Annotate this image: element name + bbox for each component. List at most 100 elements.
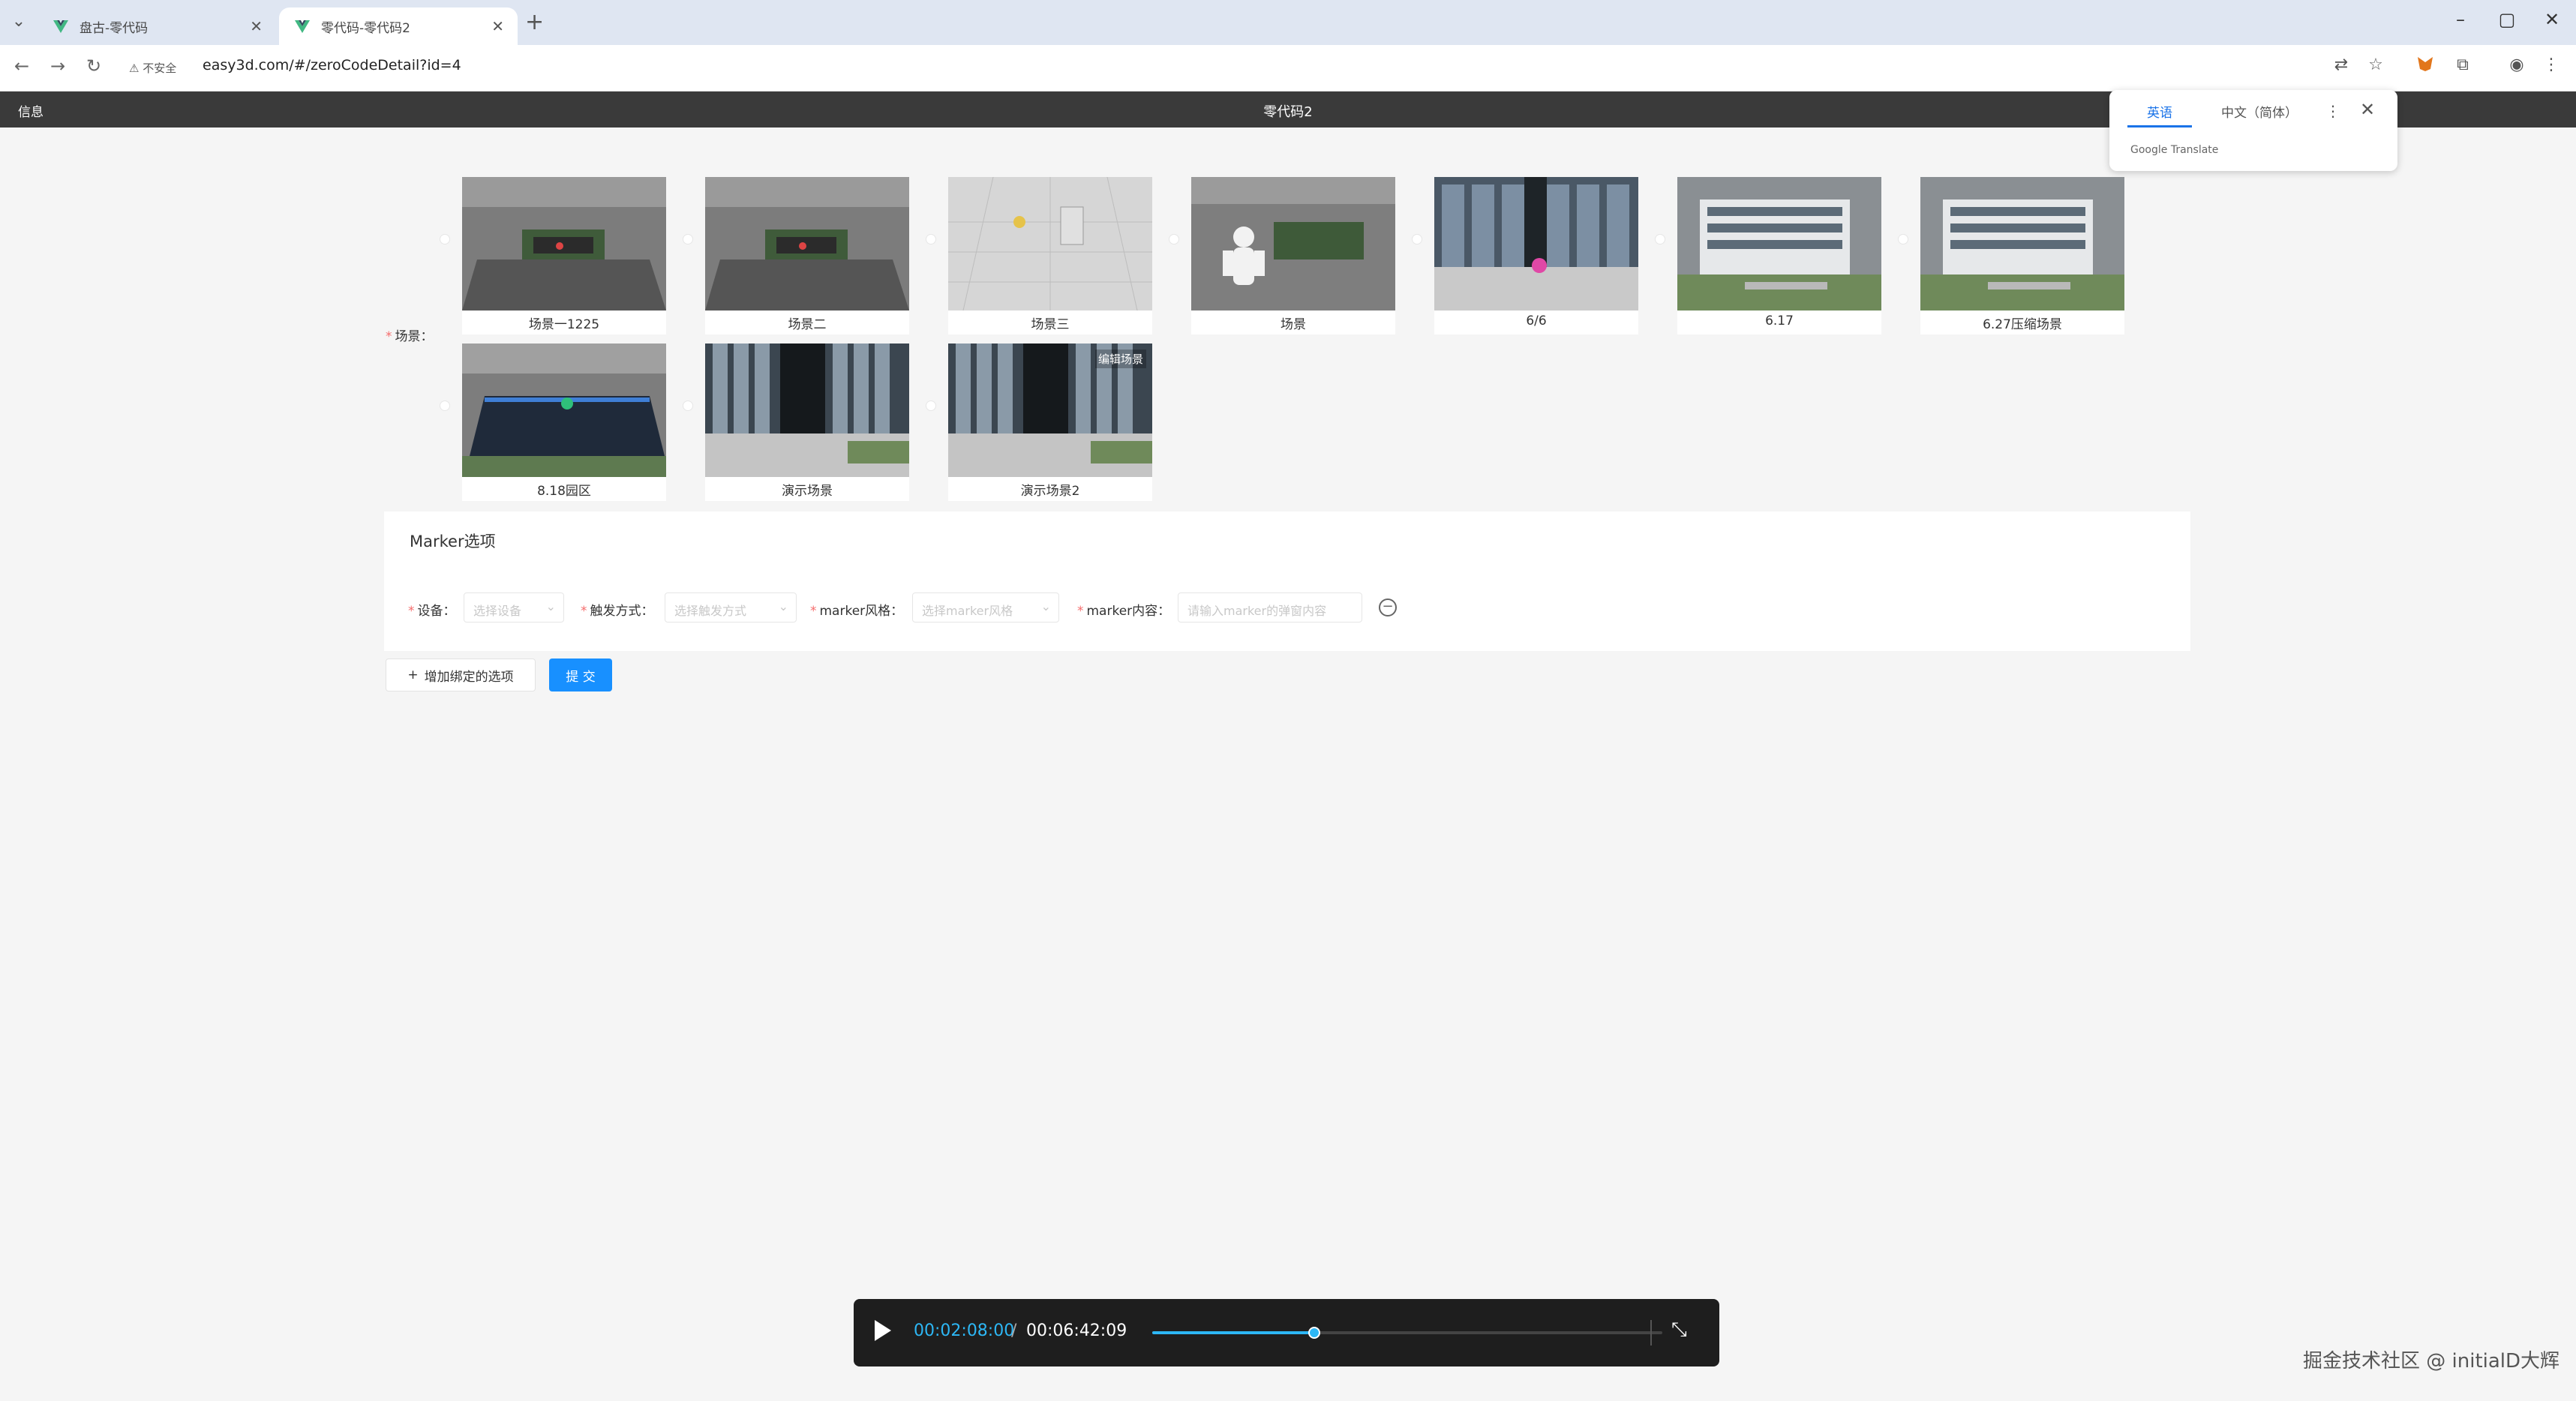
required-mark: *	[1077, 604, 1084, 619]
fox-extension-icon[interactable]	[2412, 56, 2438, 76]
add-binding-button[interactable]: + 增加绑定的选项	[386, 658, 536, 692]
trigger-label-text: 触发方式：	[590, 604, 654, 619]
scene-thumbnail	[1677, 177, 1881, 310]
scene-radio[interactable]	[1169, 234, 1179, 244]
watermark: 掘金技术社区 @ initialD大辉	[2303, 1350, 2560, 1372]
scene-card[interactable]: 6/6	[1434, 177, 1638, 334]
url-field[interactable]: easy3d.com/#/zeroCodeDetail?id=4	[203, 57, 461, 74]
required-mark: *	[386, 329, 392, 344]
trigger-label: * 触发方式：	[581, 600, 654, 619]
seek-handle[interactable]	[1308, 1327, 1321, 1339]
header-left-label[interactable]: 信息	[18, 101, 44, 120]
scene-name: 场景三	[1031, 317, 1070, 332]
scene-name: 场景	[1280, 317, 1306, 332]
browser-tab-2[interactable]: 零代码-零代码2 ✕	[279, 8, 518, 45]
marker-style-label: * marker风格：	[810, 600, 903, 619]
time-separator: /	[1011, 1322, 1017, 1340]
scene-name: 6/6	[1526, 314, 1547, 328]
scene-card[interactable]: 场景三	[948, 177, 1152, 334]
scene-thumbnail: 编辑场景	[948, 344, 1152, 477]
exit-fullscreen-icon[interactable]: ⤡	[1671, 1318, 1687, 1342]
marker-style-label-text: marker风格：	[819, 604, 904, 619]
scene-radio[interactable]	[683, 234, 693, 244]
browser-tab-title: 盘古-零代码	[80, 20, 149, 36]
arrow-left-icon[interactable]: ←	[9, 56, 35, 76]
scene-name: 场景二	[788, 317, 827, 332]
close-icon[interactable]: ✕	[2360, 99, 2375, 120]
trigger-select-placeholder: 选择触发方式	[674, 604, 747, 618]
scene-thumbnail	[462, 344, 666, 477]
arrow-right-icon[interactable]: →	[45, 56, 71, 76]
chevron-down-icon[interactable]: ⌄	[8, 10, 30, 33]
scene-radio[interactable]	[926, 234, 936, 244]
scene-radio[interactable]	[1655, 234, 1665, 244]
scene-radio[interactable]	[440, 400, 450, 411]
scene-radio[interactable]	[683, 400, 693, 411]
scene-thumbnail	[462, 177, 666, 310]
chevron-down-icon: ⌄	[545, 599, 556, 614]
seek-bar-fill	[1152, 1331, 1315, 1334]
kebab-menu-icon[interactable]: ⋮	[2325, 102, 2340, 120]
scene-thumbnail	[1920, 177, 2124, 310]
scene-card[interactable]: 场景	[1191, 177, 1395, 334]
maximize-icon[interactable]: ▢	[2492, 9, 2522, 30]
video-player-bar: 00:02:08:00 / 00:06:42:09 ⤡	[854, 1299, 1719, 1366]
profile-icon[interactable]: ◉	[2504, 56, 2529, 74]
browser-tab-1[interactable]: 盘古-零代码 ✕	[38, 8, 276, 45]
vue-logo-icon	[53, 18, 69, 34]
trigger-select[interactable]: 选择触发方式 ⌄	[665, 592, 797, 622]
scene-radio[interactable]	[440, 234, 450, 244]
reload-icon[interactable]: ↻	[81, 56, 107, 76]
scene-name: 演示场景	[782, 484, 833, 499]
scene-card[interactable]: 场景二	[705, 177, 909, 334]
device-select[interactable]: 选择设备 ⌄	[464, 592, 564, 622]
star-icon[interactable]: ☆	[2363, 56, 2388, 74]
required-mark: *	[408, 604, 415, 619]
scene-card[interactable]: 6.17	[1677, 177, 1881, 334]
marker-options-panel: Marker选项 * 设备： 选择设备 ⌄ * 触发方式： 选择触发方式 ⌄ * mark…	[384, 512, 2190, 651]
minimize-icon[interactable]: –	[2445, 9, 2475, 30]
scene-name: 6.27压缩场景	[1983, 317, 2062, 332]
translate-popup: 英语 中文（简体） ⋮ ✕ Google Translate	[2109, 90, 2397, 171]
total-time: 00:06:42:09	[1026, 1322, 1127, 1340]
scene-radio[interactable]	[1412, 234, 1422, 244]
address-bar: ← → ↻ ⚠ 不安全 easy3d.com/#/zeroCodeDetail?…	[0, 45, 2576, 92]
marker-content-placeholder: 请输入marker的弹窗内容	[1187, 604, 1327, 618]
scene-radio[interactable]	[1898, 234, 1908, 244]
seek-bar[interactable]	[1152, 1327, 1662, 1339]
divider	[1650, 1320, 1652, 1346]
plus-icon[interactable]: +	[525, 9, 544, 35]
marker-content-input[interactable]: 请输入marker的弹窗内容	[1178, 592, 1362, 622]
current-time: 00:02:08:00	[914, 1322, 1015, 1340]
puzzle-icon[interactable]: ⧉	[2450, 56, 2475, 74]
remove-icon[interactable]: −	[1379, 598, 1397, 616]
marker-content-label-text: marker内容：	[1086, 604, 1171, 619]
scene-radio[interactable]	[926, 400, 936, 411]
submit-button[interactable]: 提 交	[549, 658, 612, 692]
required-mark: *	[581, 604, 587, 619]
translate-tab-chinese[interactable]: 中文（简体）	[2207, 98, 2312, 125]
close-window-icon[interactable]: ✕	[2537, 9, 2567, 30]
translate-tab-english[interactable]: 英语	[2127, 98, 2192, 128]
plus-icon: +	[407, 668, 419, 682]
required-mark: *	[810, 604, 817, 619]
scene-card[interactable]: 8.18园区	[462, 344, 666, 501]
edit-scene-tag[interactable]: 编辑场景	[1094, 350, 1146, 368]
scene-card[interactable]: 6.27压缩场景	[1920, 177, 2124, 334]
marker-style-placeholder: 选择marker风格	[922, 604, 1013, 618]
scene-label-text: 场景：	[395, 329, 434, 344]
play-icon[interactable]	[875, 1320, 891, 1341]
close-icon[interactable]: ✕	[250, 17, 263, 35]
scene-card[interactable]: 演示场景	[705, 344, 909, 501]
marker-content-label: * marker内容：	[1077, 600, 1170, 619]
kebab-menu-icon[interactable]: ⋮	[2538, 56, 2564, 74]
security-indicator[interactable]: ⚠ 不安全	[129, 60, 176, 76]
device-label-text: 设备：	[417, 604, 456, 619]
translate-icon[interactable]: ⇄	[2328, 56, 2354, 74]
device-label: * 设备：	[408, 600, 456, 619]
close-icon[interactable]: ✕	[491, 17, 504, 35]
scene-card[interactable]: 场景一1225	[462, 177, 666, 334]
scene-thumbnail	[705, 344, 909, 477]
scene-card[interactable]: 编辑场景 演示场景2	[948, 344, 1152, 501]
marker-style-select[interactable]: 选择marker风格 ⌄	[912, 592, 1059, 622]
